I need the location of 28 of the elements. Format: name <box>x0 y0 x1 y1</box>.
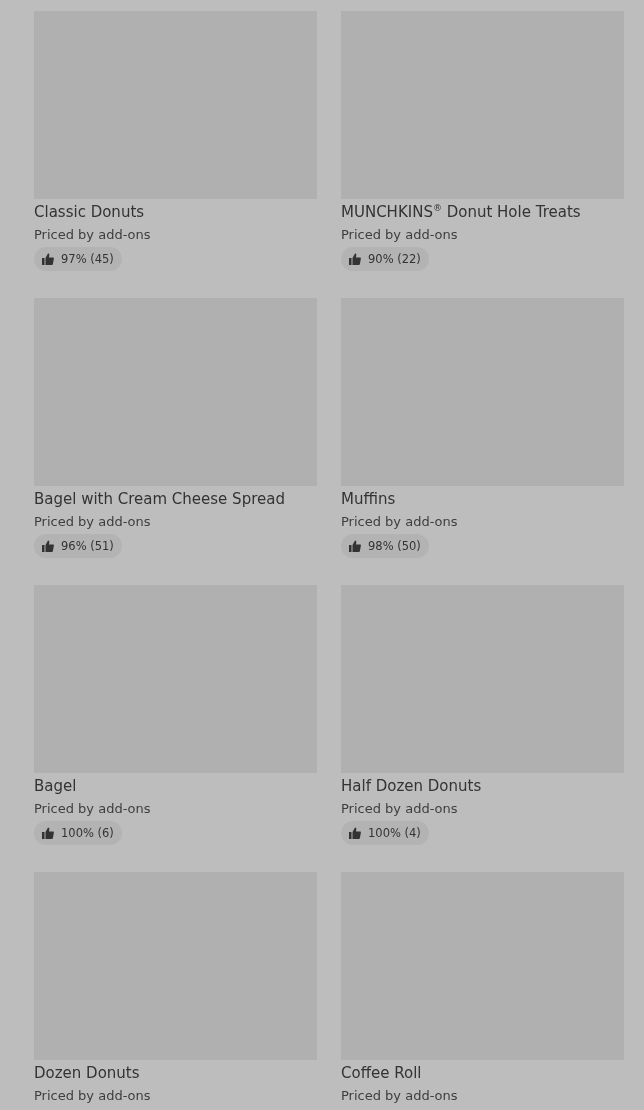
rating-text: 97% (45) <box>61 252 114 266</box>
item-title: Half Dozen Donuts <box>341 776 482 796</box>
item-title: Muffins <box>341 489 396 509</box>
item-price-note: Priced by add-ons <box>34 1087 151 1105</box>
rating-text: 96% (51) <box>61 539 114 553</box>
rating-text: 90% (22) <box>368 252 421 266</box>
item-title: Classic Donuts <box>34 202 145 222</box>
item-price-note: Priced by add-ons <box>34 800 151 818</box>
item-price-note: Priced by add-ons <box>341 513 458 531</box>
item-price-note: Priced by add-ons <box>341 226 458 244</box>
item-title: Dozen Donuts <box>34 1063 140 1083</box>
rating-text: 98% (50) <box>368 539 421 553</box>
thumbs-up-icon <box>42 827 54 839</box>
thumbs-up-icon <box>349 540 361 552</box>
thumbs-up-icon <box>42 540 54 552</box>
item-price-note: Priced by add-ons <box>341 800 458 818</box>
item-title: Bagel with Cream Cheese Spread <box>34 489 285 509</box>
thumbs-up-icon <box>349 827 361 839</box>
item-title: Bagel <box>34 776 77 796</box>
thumbs-up-icon <box>349 253 361 265</box>
rating-text: 100% (6) <box>61 826 114 840</box>
item-title: MUNCHKINS$^{®}$ Donut Hole Treats <box>341 202 581 222</box>
item-price-note: Priced by add-ons <box>34 513 151 531</box>
item-title: Coffee Roll <box>341 1063 422 1083</box>
item-price-note: Priced by add-ons <box>34 226 151 244</box>
item-price-note: Priced by add-ons <box>341 1087 458 1105</box>
thumbs-up-icon <box>42 253 54 265</box>
rating-text: 100% (4) <box>368 826 421 840</box>
